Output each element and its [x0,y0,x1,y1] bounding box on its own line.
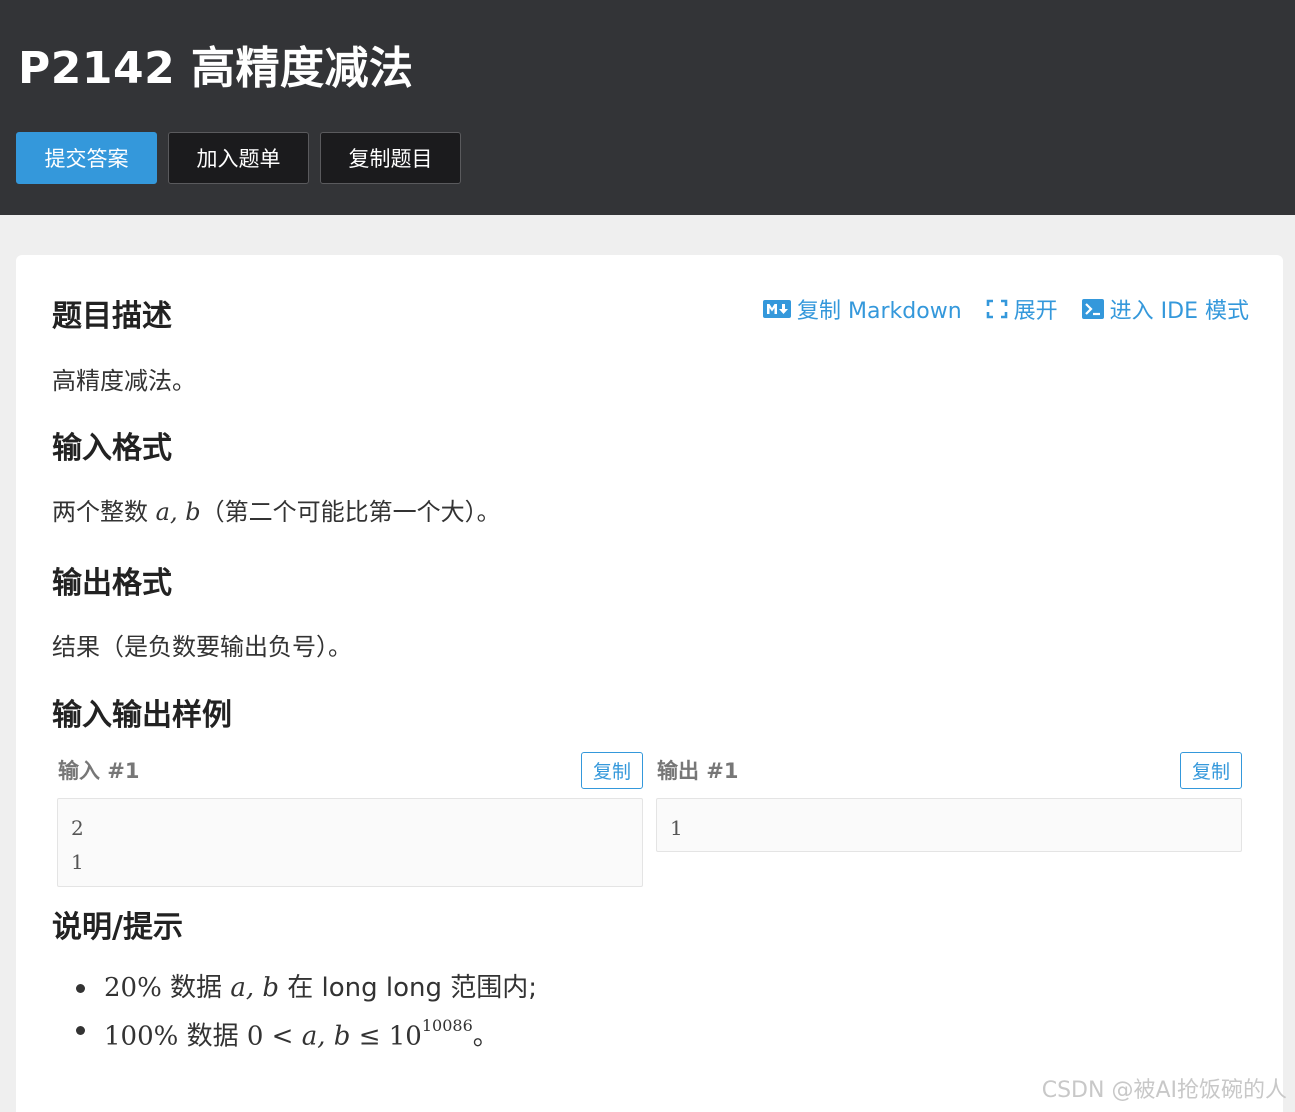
hint1-math: a, b [230,973,280,1003]
samples-heading: 输入输出样例 [52,698,232,733]
output-format-heading: 输出格式 [52,566,172,601]
copy-problem-button[interactable]: 复制题目 [320,132,461,184]
sample-input-line: 1 [71,850,84,874]
hint2-lt: < [263,1021,302,1052]
hint2-zero: 0 [246,1021,264,1052]
hint2-base: 10 [388,1021,422,1052]
sample-output-label: 输出 #1 [657,759,739,783]
problem-toolbar: 复制 Markdown 展开 进入 IDE 模式 [763,293,1249,325]
output-format-text: 结果（是负数要输出负号）。 [52,633,352,661]
copy-markdown-label: 复制 Markdown [797,299,962,324]
hint2-suffix: 。 [472,1021,499,1052]
watermark: CSDN @被AI抢饭碗的人 [1041,1078,1287,1103]
copy-markdown-link[interactable]: 复制 Markdown [763,293,962,325]
copy-output-button[interactable]: 复制 [1180,752,1242,789]
hint1-percent: 20% [104,973,162,1003]
markdown-icon [763,300,792,318]
hint1-suffix: 在 long long 范围内; [279,973,538,1003]
sample-output-line: 1 [670,816,683,840]
submit-answer-button[interactable]: 提交答案 [16,132,157,184]
list-item: 100% 数据 0 < a, b ≤ 1010086。 [76,1009,537,1052]
hint1-mid: 数据 [161,973,231,1003]
description-text: 高精度减法。 [52,367,196,395]
description-heading: 题目描述 [52,299,172,334]
hints-list: 20% 数据 a, b 在 long long 范围内; 100% 数据 0 <… [76,967,537,1052]
hints-heading: 说明/提示 [52,910,183,945]
hint2-le: ≤ [350,1021,389,1052]
hint2-math: a, b [301,1021,351,1052]
input-format-prefix: 两个整数 [52,498,156,526]
ide-mode-link[interactable]: 进入 IDE 模式 [1081,293,1249,325]
expand-link[interactable]: 展开 [986,293,1058,325]
page-title: P2142 高精度减法 [18,43,414,94]
problem-card: 复制 Markdown 展开 进入 IDE 模式 题目描述 高精度减法。 输入格… [16,255,1283,1112]
hint2-mid: 数据 [178,1021,247,1052]
input-format-math: a, b [155,498,201,526]
hint2-exponent: 10086 [421,1016,473,1035]
sample-output-box[interactable]: 1 [656,798,1242,852]
input-format-text: 两个整数 a, b（第二个可能比第一个大）。 [52,492,501,527]
expand-label: 展开 [1013,299,1058,324]
copy-input-button[interactable]: 复制 [581,752,643,789]
problem-header: P2142 高精度减法 提交答案 加入题单 复制题目 [0,0,1295,215]
expand-icon [986,299,1007,319]
sample-input-label: 输入 #1 [58,759,140,783]
hint2-percent: 100% [104,1021,179,1052]
list-item: 20% 数据 a, b 在 long long 范围内; [76,967,537,1009]
sample-input-box[interactable]: 2 1 [57,798,643,887]
input-format-heading: 输入格式 [52,431,172,466]
input-format-suffix: （第二个可能比第一个大）。 [200,498,501,526]
terminal-icon [1081,299,1104,319]
add-to-list-button[interactable]: 加入题单 [168,132,309,184]
ide-mode-label: 进入 IDE 模式 [1109,299,1249,324]
sample-input-line: 2 [71,816,84,840]
